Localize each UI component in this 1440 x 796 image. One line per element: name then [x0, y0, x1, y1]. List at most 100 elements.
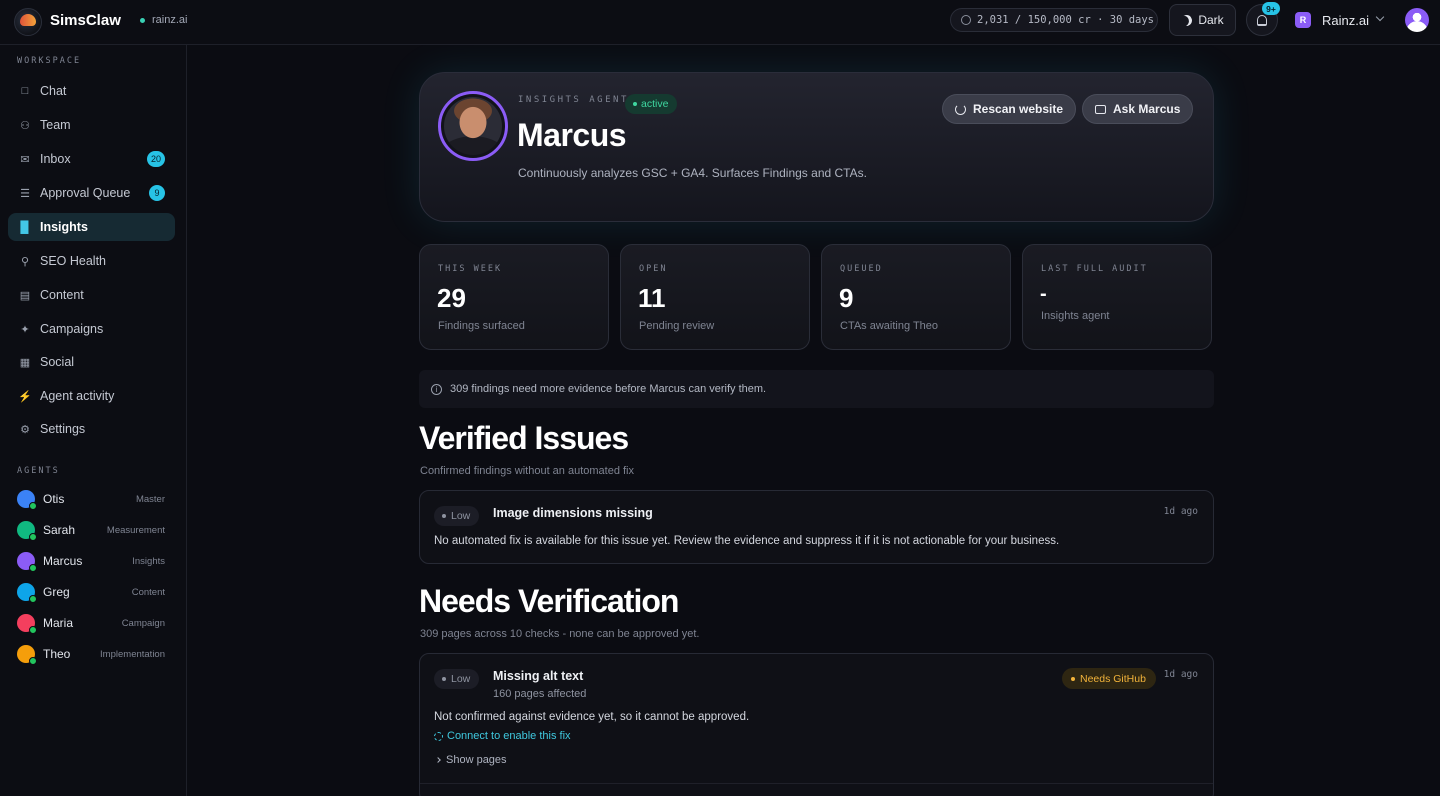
user-avatar[interactable] — [1405, 8, 1429, 32]
needs-verification-title: Needs Verification — [419, 583, 679, 619]
agent-role: Campaign — [121, 617, 165, 629]
stat-caption: Findings surfaced — [438, 320, 525, 332]
sidebar-item-label: Content — [40, 288, 84, 302]
status-badge: active — [625, 94, 678, 114]
claw-logo-icon — [20, 14, 36, 26]
approval-count-badge: 9 — [149, 185, 165, 201]
agent-marcus[interactable]: Marcus Insights — [17, 550, 165, 572]
notice-text: 309 findings need more evidence before M… — [450, 383, 767, 395]
agent-name: Maria — [43, 616, 74, 630]
rescan-website-button[interactable]: Rescan website — [942, 94, 1077, 124]
stat-caption: Pending review — [639, 320, 715, 332]
sidebar-item-campaigns[interactable]: ✦ Campaigns — [8, 315, 175, 343]
agent-name: Theo — [43, 647, 71, 661]
connect-fix-link[interactable]: Connect to enable this fix — [434, 730, 571, 742]
sidebar-item-team[interactable]: ⚇ Team — [8, 111, 175, 139]
stat-label: LAST FULL AUDIT — [1041, 264, 1148, 274]
agent-role: Implementation — [100, 648, 165, 660]
credits-text: 2,031 / 150,000 cr · 30 days — [977, 14, 1155, 26]
sidebar-item-content[interactable]: ▤ Content — [8, 281, 175, 309]
workspace-name[interactable]: rainz.ai — [152, 14, 187, 26]
issue-description: Not confirmed against evidence yet, so i… — [434, 711, 750, 723]
agent-avatar-ring — [438, 91, 508, 161]
sidebar-item-label: Social — [40, 355, 75, 369]
stat-value: 11 — [638, 283, 666, 313]
show-pages-label: Show pages — [446, 754, 507, 766]
theme-label: Dark — [1198, 13, 1224, 27]
agent-hero-card: INSIGHTS AGENT active Marcus Continuousl… — [419, 72, 1214, 222]
needs-verification-subtitle: 309 pages across 10 checks - none can be… — [420, 628, 700, 640]
agent-eyebrow: INSIGHTS AGENT — [518, 95, 629, 105]
agent-name-title: Marcus — [517, 117, 627, 153]
sidebar-item-label: Settings — [40, 422, 86, 436]
agent-name: Otis — [43, 492, 65, 506]
severity-badge: Low — [434, 669, 480, 689]
theme-toggle-button[interactable]: Dark — [1169, 4, 1236, 36]
connect-fix-label: Connect to enable this fix — [447, 730, 571, 742]
sidebar-item-seo-health[interactable]: ⚲ SEO Health — [8, 247, 175, 275]
sidebar-item-label: Campaigns — [40, 322, 104, 336]
sidebar-item-agent-activity[interactable]: ⚡ Agent activity — [8, 382, 175, 410]
bell-icon — [1257, 14, 1267, 26]
sidebar-item-label: Agent activity — [40, 389, 115, 403]
agent-sarah[interactable]: Sarah Measurement — [17, 519, 165, 541]
stat-value: 9 — [839, 283, 854, 313]
ask-label: Ask Marcus — [1113, 102, 1181, 116]
stat-card-this-week: THIS WEEK 29 Findings surfaced — [419, 244, 609, 350]
gear-icon — [434, 731, 443, 741]
notifications-badge: 9+ — [1262, 2, 1280, 15]
sidebar-item-settings[interactable]: ⚙ Settings — [8, 415, 175, 443]
agent-description: Continuously analyzes GSC + GA4. Surface… — [518, 166, 867, 180]
agent-avatar — [17, 614, 37, 634]
issue-card[interactable]: Low Image dimensions missing 1d ago No a… — [419, 490, 1214, 564]
org-icon: R — [1295, 12, 1311, 28]
bolt-icon: ⚡ — [18, 390, 32, 403]
calendar-icon: ▦ — [19, 356, 31, 369]
sidebar-item-inbox[interactable]: ✉ Inbox 20 — [8, 145, 175, 173]
inbox-count-badge: 20 — [146, 151, 165, 167]
agent-role: Content — [131, 586, 165, 598]
issue-timestamp: 1d ago — [1163, 506, 1198, 517]
show-pages-toggle[interactable]: Show pages — [435, 754, 507, 766]
chevron-right-icon — [435, 757, 441, 763]
agent-name: Greg — [43, 585, 70, 599]
sidebar-item-label: Inbox — [40, 152, 71, 166]
sidebar-item-chat[interactable]: □ Chat — [8, 77, 175, 105]
team-icon: ⚇ — [20, 119, 30, 132]
agent-role: Insights — [132, 555, 165, 567]
sidebar-item-insights[interactable]: ▉ Insights — [8, 213, 175, 241]
verified-issues-subtitle: Confirmed findings without an automated … — [420, 465, 635, 477]
chat-icon — [1095, 104, 1106, 114]
stat-card-queued: QUEUED 9 CTAs awaiting Theo — [821, 244, 1011, 350]
agent-greg[interactable]: Greg Content — [17, 581, 165, 603]
credits-meter[interactable]: 2,031 / 150,000 cr · 30 days — [950, 8, 1158, 32]
agent-theo[interactable]: Theo Implementation — [17, 643, 165, 665]
ask-agent-button[interactable]: Ask Marcus — [1082, 94, 1194, 124]
evidence-notice: i 309 findings need more evidence before… — [419, 370, 1214, 408]
agent-otis[interactable]: Otis Master — [17, 488, 165, 510]
org-switcher[interactable]: Rainz.ai — [1322, 13, 1369, 28]
workspace-section-label: WORKSPACE — [17, 56, 82, 66]
brand-name: SimsClaw — [50, 12, 121, 29]
sidebar-item-approval-queue[interactable]: ☰ Approval Queue 9 — [8, 179, 175, 207]
top-bar: SimsClaw rainz.ai 2,031 / 150,000 cr · 3… — [0, 0, 1440, 45]
agents-section-label: AGENTS — [17, 466, 60, 476]
chevron-down-icon[interactable] — [1375, 12, 1385, 22]
stat-value: - — [1040, 283, 1047, 305]
verified-issues-title: Verified Issues — [419, 420, 629, 456]
issue-card[interactable]: Low Missing alt text 160 pages affected … — [419, 653, 1214, 796]
agent-maria[interactable]: Maria Campaign — [17, 612, 165, 634]
agent-name: Sarah — [43, 523, 76, 537]
issue-description: No automated fix is available for this i… — [434, 535, 1060, 547]
sidebar-item-social[interactable]: ▦ Social — [8, 348, 175, 376]
credits-icon — [961, 15, 971, 25]
stat-card-last-audit: LAST FULL AUDIT - Insights agent — [1022, 244, 1212, 350]
document-icon: ▤ — [19, 289, 31, 302]
workspace-status-dot — [140, 18, 145, 23]
agent-avatar — [17, 583, 37, 603]
inbox-icon: ✉ — [20, 153, 30, 166]
needs-github-badge: Needs GitHub — [1062, 668, 1156, 689]
stat-value: 29 — [437, 283, 466, 313]
agent-avatar — [444, 97, 502, 155]
stat-label: QUEUED — [840, 264, 883, 274]
